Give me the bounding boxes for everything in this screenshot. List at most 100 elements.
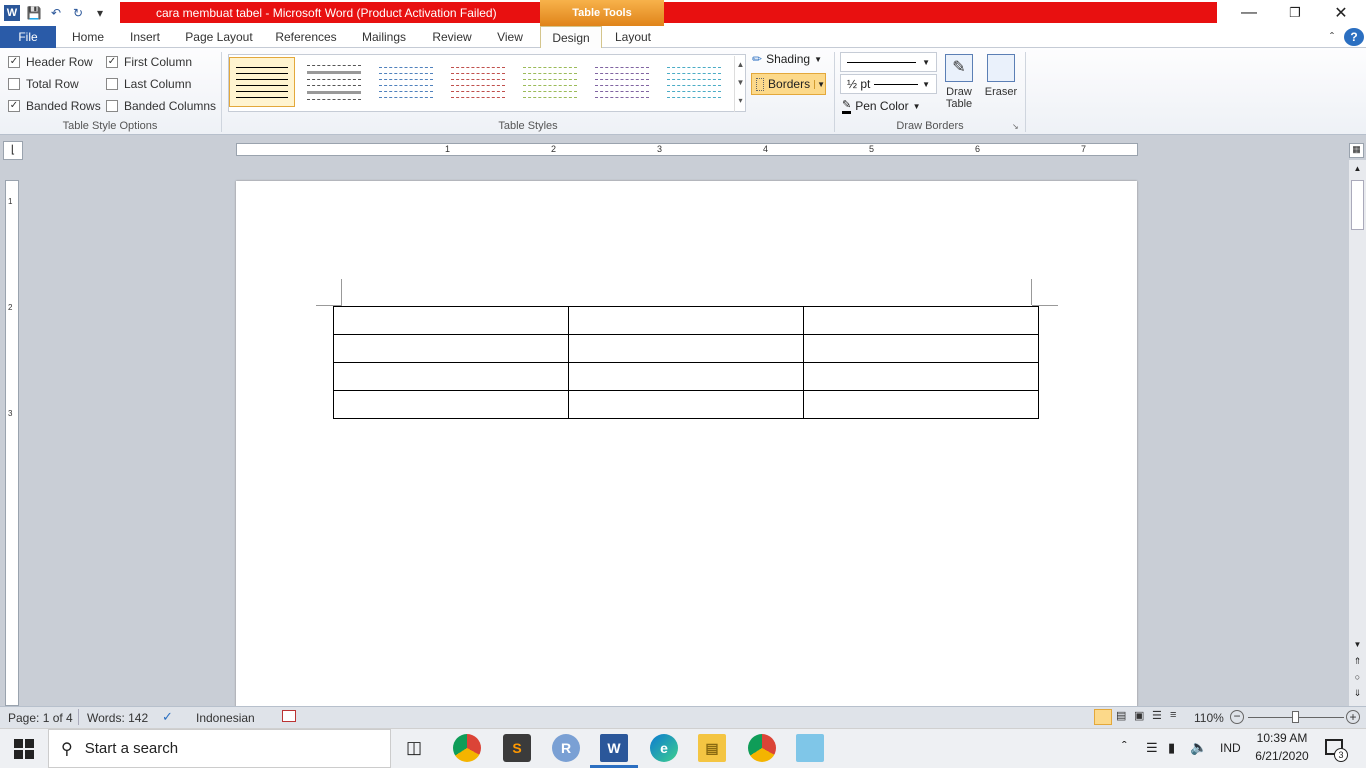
tab-selector[interactable]: ⌊: [3, 141, 23, 160]
sublime-text-icon[interactable]: S: [503, 734, 531, 762]
show-hidden-icons[interactable]: ˆ: [1122, 738, 1127, 754]
previous-page-icon[interactable]: ⇑: [1349, 656, 1366, 667]
borders-button[interactable]: Borders ▼: [751, 73, 826, 95]
battery-icon[interactable]: ▮: [1168, 740, 1175, 756]
header-row-checkbox[interactable]: ✓ Header Row: [8, 55, 93, 69]
notes-app-icon[interactable]: [796, 734, 824, 762]
restore-icon[interactable]: ❐: [1272, 0, 1318, 26]
network-icon[interactable]: ☰: [1146, 740, 1158, 756]
table-cell[interactable]: [803, 334, 1039, 363]
table-cell[interactable]: [803, 390, 1039, 419]
tab-file[interactable]: File: [0, 26, 56, 48]
page-count[interactable]: Page: 1 of 4: [8, 711, 73, 725]
last-column-checkbox[interactable]: Last Column: [106, 77, 191, 91]
browse-object-icon[interactable]: ○: [1349, 672, 1366, 682]
table-cell[interactable]: [568, 334, 804, 363]
table-cell[interactable]: [333, 390, 569, 419]
line-style-dropdown[interactable]: ▼: [840, 52, 937, 72]
table-cell[interactable]: [803, 362, 1039, 391]
scroll-thumb[interactable]: [1351, 180, 1364, 230]
table-cell[interactable]: [803, 306, 1039, 335]
table-row[interactable]: [333, 334, 1039, 363]
table-style-swatch[interactable]: [661, 57, 727, 107]
language-status[interactable]: Indonesian: [196, 711, 255, 725]
print-layout-icon[interactable]: [1094, 709, 1112, 725]
line-weight-dropdown[interactable]: ½ pt ▼: [840, 74, 937, 94]
table-style-swatch[interactable]: [301, 57, 367, 107]
windows-start-icon[interactable]: [14, 739, 34, 759]
input-language[interactable]: IND: [1220, 741, 1241, 755]
full-screen-reading-icon[interactable]: ▤: [1116, 709, 1126, 722]
tab-layout[interactable]: Layout: [602, 26, 664, 48]
r-app-icon[interactable]: R: [552, 734, 580, 762]
table-style-swatch[interactable]: [229, 57, 295, 107]
scroll-up-icon[interactable]: ▲: [1349, 164, 1366, 173]
chrome-profile-icon[interactable]: [748, 734, 776, 762]
table-row[interactable]: [333, 362, 1039, 391]
table-style-swatch[interactable]: [589, 57, 655, 107]
pen-color-button[interactable]: ✎ Pen Color ▼: [842, 98, 921, 114]
vertical-scrollbar[interactable]: ▲ ▼ ⇑ ○ ⇓: [1349, 160, 1366, 706]
tab-home[interactable]: Home: [62, 26, 114, 48]
draft-icon[interactable]: ≡: [1170, 709, 1176, 721]
gallery-scroll[interactable]: ▲ ▼ ▾: [734, 56, 746, 112]
tab-insert[interactable]: Insert: [120, 26, 170, 48]
banded-rows-checkbox[interactable]: ✓ Banded Rows: [8, 99, 101, 113]
word-app-icon[interactable]: W: [4, 5, 20, 21]
zoom-level[interactable]: 110%: [1194, 711, 1224, 725]
total-row-checkbox[interactable]: Total Row: [8, 77, 79, 91]
save-icon[interactable]: 💾: [26, 5, 42, 21]
web-layout-icon[interactable]: ▣: [1134, 709, 1144, 722]
draw-table-button[interactable]: ✎ Draw Table: [940, 54, 978, 110]
tab-page-layout[interactable]: Page Layout: [180, 26, 258, 48]
view-ruler-icon[interactable]: ▦: [1349, 143, 1364, 158]
edge-icon[interactable]: e: [650, 734, 678, 762]
volume-icon[interactable]: 🔈: [1190, 739, 1207, 756]
table-cell[interactable]: [333, 306, 569, 335]
macro-icon[interactable]: [282, 710, 296, 722]
horizontal-ruler[interactable]: 1 2 3 4 5 6 7: [236, 143, 1138, 156]
dialog-launcher-icon[interactable]: ↘: [1012, 122, 1019, 131]
clock-time[interactable]: 10:39 AM: [1254, 731, 1310, 745]
banded-columns-checkbox[interactable]: Banded Columns: [106, 99, 216, 113]
chrome-icon[interactable]: [453, 734, 481, 762]
table-style-swatch[interactable]: [373, 57, 439, 107]
zoom-in-icon[interactable]: +: [1346, 710, 1360, 724]
shading-button[interactable]: ✏ Shading ▼: [752, 52, 822, 66]
zoom-out-icon[interactable]: −: [1230, 710, 1244, 724]
table-cell[interactable]: [568, 390, 804, 419]
first-column-checkbox[interactable]: ✓ First Column: [106, 55, 192, 69]
table-style-swatch[interactable]: [445, 57, 511, 107]
help-icon[interactable]: ?: [1344, 28, 1364, 46]
table-cell[interactable]: [568, 362, 804, 391]
outline-icon[interactable]: ☰: [1152, 709, 1162, 722]
taskbar-search[interactable]: ⚲ Start a search: [48, 729, 391, 768]
eraser-button[interactable]: Eraser: [982, 54, 1020, 98]
tab-design[interactable]: Design: [540, 26, 602, 49]
tab-view[interactable]: View: [488, 26, 532, 48]
vertical-ruler[interactable]: 1 2 3: [5, 180, 19, 706]
customize-qat-icon[interactable]: ▾: [92, 5, 108, 21]
file-explorer-icon[interactable]: ▤: [698, 734, 726, 762]
table-row[interactable]: [333, 390, 1039, 419]
word-count[interactable]: Words: 142: [87, 711, 148, 725]
tab-mailings[interactable]: Mailings: [354, 26, 414, 48]
undo-icon[interactable]: ↶: [48, 5, 64, 21]
proofing-icon[interactable]: ✓: [162, 709, 173, 725]
task-view-icon[interactable]: ◫: [406, 738, 422, 758]
table-row[interactable]: [333, 306, 1039, 335]
table-cell[interactable]: [333, 334, 569, 363]
minimize-icon[interactable]: —: [1226, 0, 1272, 26]
next-page-icon[interactable]: ⇓: [1349, 688, 1366, 699]
document-table[interactable]: [333, 306, 1039, 419]
table-cell[interactable]: [333, 362, 569, 391]
redo-icon[interactable]: ↻: [70, 5, 86, 21]
tab-references[interactable]: References: [270, 26, 342, 48]
minimize-ribbon-icon[interactable]: ˆ: [1324, 26, 1340, 48]
table-cell[interactable]: [568, 306, 804, 335]
clock-date[interactable]: 6/21/2020: [1254, 749, 1310, 763]
word-taskbar-icon[interactable]: W: [600, 734, 628, 762]
tab-review[interactable]: Review: [426, 26, 478, 48]
table-style-swatch[interactable]: [517, 57, 583, 107]
close-icon[interactable]: ✕: [1318, 0, 1364, 26]
